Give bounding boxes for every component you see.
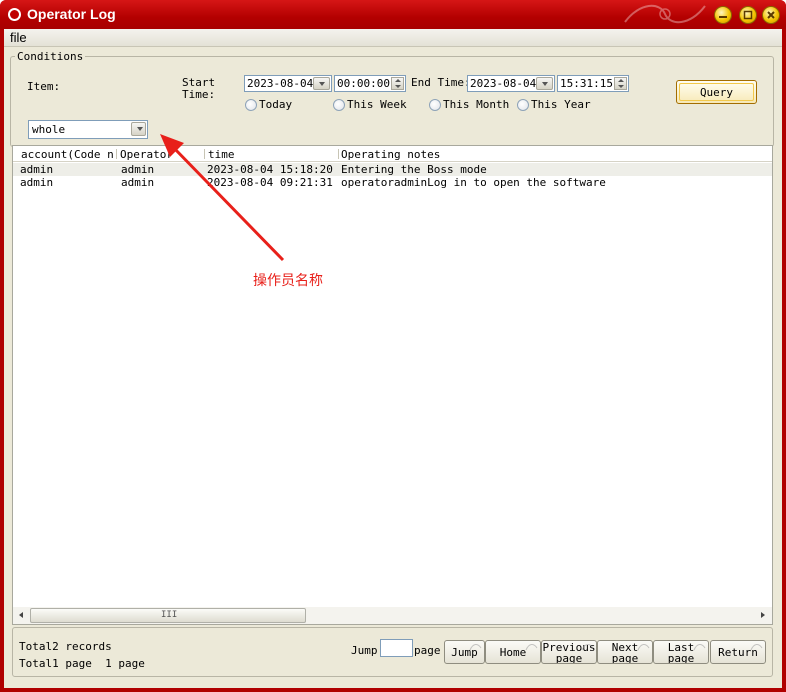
cell-operator: admin bbox=[121, 176, 155, 189]
cell-time: 2023-08-04 09:21:31 bbox=[207, 176, 333, 189]
maximize-icon bbox=[743, 10, 753, 20]
column-separator[interactable] bbox=[116, 149, 117, 159]
jump-page-input[interactable] bbox=[380, 639, 413, 657]
scroll-thumb-grip: III bbox=[161, 610, 178, 620]
radio-this-year[interactable] bbox=[517, 99, 529, 111]
cell-account: admin bbox=[20, 163, 54, 176]
radio-today-label[interactable]: Today bbox=[259, 98, 292, 111]
radio-this-month[interactable] bbox=[429, 99, 441, 111]
close-button[interactable] bbox=[762, 6, 780, 24]
start-time-value: 00:00:00 bbox=[337, 77, 390, 90]
item-select-dropdown-button[interactable] bbox=[131, 122, 146, 136]
maximize-button[interactable] bbox=[739, 6, 757, 24]
start-time-label-line2: Time: bbox=[182, 88, 216, 101]
button-swirl-icon bbox=[525, 644, 538, 651]
close-icon bbox=[767, 11, 775, 19]
column-separator[interactable] bbox=[204, 149, 205, 159]
table-row[interactable]: admin admin 2023-08-04 15:18:20 Entering… bbox=[13, 163, 772, 176]
start-date-dropdown-button[interactable] bbox=[313, 77, 330, 90]
column-separator[interactable] bbox=[338, 149, 339, 159]
radio-this-month-label[interactable]: This Month bbox=[443, 98, 509, 111]
end-date-picker[interactable]: 2023-08-04 bbox=[467, 75, 555, 92]
log-table: account(Code na Operator time Operating … bbox=[12, 145, 773, 625]
cell-operator: admin bbox=[121, 163, 155, 176]
end-time-field[interactable]: 15:31:15 bbox=[557, 75, 629, 92]
total-pages-text: Total1 page 1 page bbox=[19, 657, 145, 670]
window-title: Operator Log bbox=[27, 6, 116, 22]
start-time-spinner[interactable] bbox=[391, 77, 404, 90]
table-row[interactable]: admin admin 2023-08-04 09:21:31 operator… bbox=[13, 176, 772, 189]
total-records-text: Total2 records bbox=[19, 640, 112, 653]
cell-account: admin bbox=[20, 176, 54, 189]
page-label: page bbox=[414, 644, 441, 657]
pager-panel: Total2 records Total1 page 1 page Jump p… bbox=[12, 627, 773, 677]
previous-page-button[interactable]: Previous page bbox=[541, 640, 597, 664]
scroll-left-arrow-icon[interactable] bbox=[15, 609, 29, 622]
cell-notes: Entering the Boss mode bbox=[341, 163, 487, 176]
horizontal-scrollbar[interactable]: III bbox=[13, 607, 772, 624]
item-select-value: whole bbox=[32, 123, 66, 136]
end-time-value: 15:31:15 bbox=[560, 77, 613, 90]
start-date-value: 2023-08-04 bbox=[247, 77, 314, 90]
client-area: file Conditions Item: Start Time: 2023-0… bbox=[4, 29, 782, 688]
item-select[interactable]: whole bbox=[28, 120, 148, 139]
decorative-swirl-icon bbox=[624, 4, 706, 24]
table-header: account(Code na Operator time Operating … bbox=[13, 146, 772, 162]
jump-button[interactable]: Jump bbox=[444, 640, 485, 664]
home-button[interactable]: Home bbox=[485, 640, 541, 664]
last-page-button[interactable]: Last page bbox=[653, 640, 709, 664]
cell-time: 2023-08-04 15:18:20 bbox=[207, 163, 333, 176]
button-swirl-icon bbox=[637, 644, 650, 651]
column-header-operator[interactable]: Operator bbox=[120, 148, 200, 161]
scroll-right-arrow-icon[interactable] bbox=[756, 609, 770, 622]
minimize-icon bbox=[719, 16, 727, 18]
radio-this-week-label[interactable]: This Week bbox=[347, 98, 407, 111]
end-date-dropdown-button[interactable] bbox=[536, 77, 553, 90]
radio-this-year-label[interactable]: This Year bbox=[531, 98, 591, 111]
column-header-notes[interactable]: Operating notes bbox=[341, 148, 641, 161]
radio-today[interactable] bbox=[245, 99, 257, 111]
query-button-label: Query bbox=[699, 86, 734, 99]
column-header-account[interactable]: account(Code na bbox=[21, 148, 113, 161]
button-swirl-icon bbox=[469, 644, 482, 651]
cell-notes: operatoradminLog in to open the software bbox=[341, 176, 606, 189]
radio-this-week[interactable] bbox=[333, 99, 345, 111]
menu-bar: file bbox=[4, 29, 782, 47]
menu-file[interactable]: file bbox=[10, 30, 27, 45]
end-time-label: End Time: bbox=[411, 76, 471, 89]
column-header-time[interactable]: time bbox=[208, 148, 334, 161]
annotation-text: 操作员名称 bbox=[253, 273, 323, 289]
start-time-field[interactable]: 00:00:00 bbox=[334, 75, 406, 92]
jump-label: Jump bbox=[351, 644, 378, 657]
end-time-spinner[interactable] bbox=[614, 77, 627, 90]
button-swirl-icon bbox=[693, 644, 706, 651]
end-date-value: 2023-08-04 bbox=[470, 77, 537, 90]
scroll-thumb[interactable]: III bbox=[30, 608, 306, 623]
item-label: Item: bbox=[27, 80, 61, 93]
conditions-legend: Conditions bbox=[15, 50, 86, 63]
query-button[interactable]: Query bbox=[676, 80, 757, 104]
minimize-button[interactable] bbox=[714, 6, 732, 24]
button-swirl-icon bbox=[581, 644, 594, 651]
next-page-button[interactable]: Next page bbox=[597, 640, 653, 664]
app-window: Operator Log file Conditions Item: Start… bbox=[0, 0, 786, 692]
return-button[interactable]: Return bbox=[710, 640, 766, 664]
title-bar[interactable]: Operator Log bbox=[0, 0, 786, 29]
home-button-label: Home bbox=[499, 646, 527, 659]
app-logo-icon bbox=[8, 8, 21, 21]
button-swirl-icon bbox=[750, 644, 763, 651]
start-date-picker[interactable]: 2023-08-04 bbox=[244, 75, 332, 92]
